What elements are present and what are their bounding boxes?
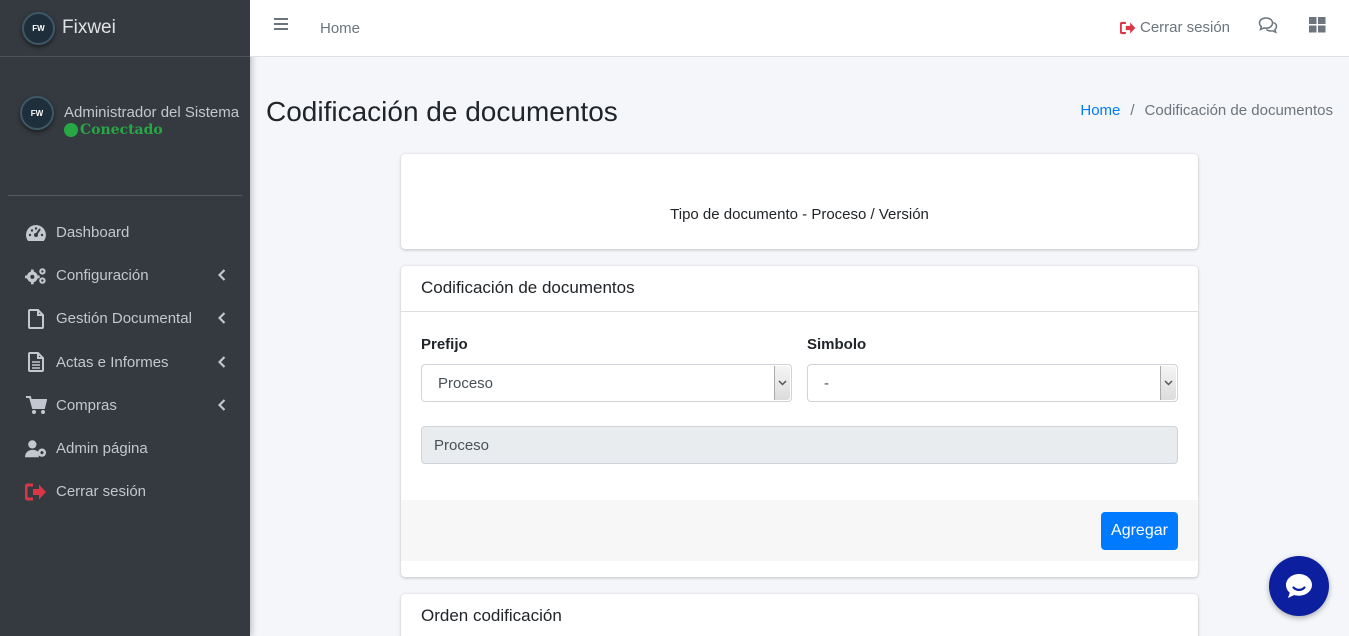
brand-logo: FW <box>22 11 55 45</box>
card-footer: Agregar <box>401 500 1198 561</box>
sign-out-icon <box>25 482 47 502</box>
file-text-icon <box>25 352 47 373</box>
user-avatar: FW <box>20 96 54 130</box>
breadcrumb-home-link[interactable]: Home <box>1080 102 1120 119</box>
user-panel: FW Administrador del Sistema Conectado <box>20 96 239 138</box>
add-button[interactable]: Agregar <box>1101 512 1178 550</box>
code-preview-field: Proceso <box>421 426 1178 464</box>
top-navbar: Home Cerrar sesión <box>250 0 1349 57</box>
sidebar-item-gestion-documental[interactable]: Gestión Documental <box>8 297 242 340</box>
sidebar-item-admin-pagina[interactable]: Admin página <box>8 427 242 470</box>
apps-grid-icon[interactable] <box>1309 17 1326 38</box>
breadcrumb-current: Codificación de documentos <box>1144 102 1333 119</box>
menu-toggle-icon[interactable] <box>274 18 288 32</box>
symbol-label: Simbolo <box>807 336 867 353</box>
sidebar-item-dashboard[interactable]: Dashboard <box>8 211 242 254</box>
page-title: Codificación de documentos <box>266 96 618 127</box>
dashboard-icon <box>25 223 47 243</box>
chat-bubble-icon <box>1286 574 1312 598</box>
coding-form-card: Codificación de documentos Prefijo Proce… <box>401 266 1198 577</box>
card-title: Codificación de documentos <box>401 266 1198 312</box>
sidebar-item-actas-informes[interactable]: Actas e Informes <box>8 341 242 384</box>
document-type-format: Tipo de documento - Proceso / Versión <box>670 206 929 223</box>
sign-out-icon <box>1120 21 1136 34</box>
comments-icon[interactable] <box>1258 16 1278 39</box>
sidebar-item-cerrar-sesion[interactable]: Cerrar sesión <box>8 470 242 513</box>
order-card: Orden codificación <box>401 594 1198 636</box>
brand-name: Fixwei <box>62 17 116 38</box>
chat-widget-button[interactable] <box>1269 556 1329 616</box>
sidebar: FW Fixwei FW Administrador del Sistema C… <box>0 0 250 636</box>
cart-icon <box>25 395 47 415</box>
sidebar-divider <box>8 195 242 196</box>
status-dot-icon <box>64 123 78 137</box>
gears-icon <box>25 266 47 286</box>
user-cog-icon <box>25 439 47 459</box>
order-card-title: Orden codificación <box>421 606 562 625</box>
symbol-select[interactable]: - <box>807 364 1178 402</box>
file-icon <box>25 308 47 329</box>
chevron-left-icon <box>218 269 226 281</box>
chevron-left-icon <box>218 355 226 368</box>
user-status: Conectado <box>64 122 239 138</box>
chevron-left-icon <box>218 398 226 411</box>
brand-link[interactable]: FW Fixwei <box>0 0 250 57</box>
top-home-link[interactable]: Home <box>320 20 360 37</box>
sidebar-item-configuracion[interactable]: Configuración <box>8 254 242 297</box>
top-logout-link[interactable]: Cerrar sesión <box>1120 19 1230 36</box>
user-name[interactable]: Administrador del Sistema <box>64 104 239 121</box>
sidebar-nav: Dashboard Configuración Gestión Document… <box>8 211 242 513</box>
chevron-down-icon <box>774 366 790 400</box>
sidebar-item-compras[interactable]: Compras <box>8 384 242 427</box>
breadcrumb-separator: / <box>1130 102 1135 119</box>
breadcrumb: Home / Codificación de documentos <box>1080 102 1333 119</box>
prefix-label: Prefijo <box>421 336 468 353</box>
chevron-down-icon <box>1160 366 1176 400</box>
prefix-select[interactable]: Proceso <box>421 364 792 402</box>
info-card: Tipo de documento - Proceso / Versión <box>401 154 1198 249</box>
chevron-left-icon <box>218 312 226 325</box>
